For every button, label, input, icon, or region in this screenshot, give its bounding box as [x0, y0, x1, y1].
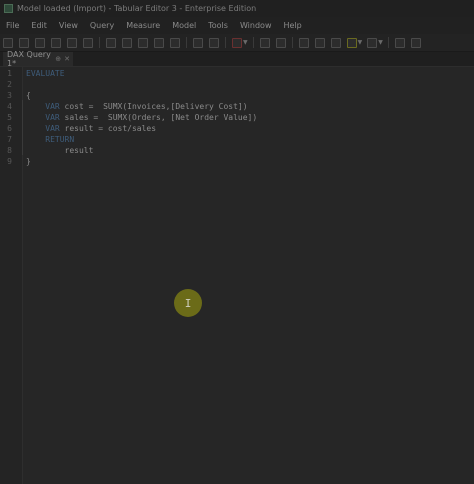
menu-edit[interactable]: Edit — [25, 21, 53, 30]
toolbar: ▼ ▼ ▼ — [0, 34, 474, 52]
code-line: 9 } — [0, 156, 474, 167]
cut-icon[interactable] — [106, 37, 116, 48]
tab-label: DAX Query 1* — [7, 50, 51, 68]
chevron-down-icon[interactable]: ▼ — [358, 39, 363, 46]
code-text: } — [26, 157, 31, 166]
redo-icon[interactable] — [209, 37, 219, 48]
window-title: Model loaded (Import) - Tabular Editor 3… — [17, 4, 257, 13]
layout-icon[interactable] — [367, 37, 378, 48]
code-text: VAR result = cost/sales — [45, 124, 157, 133]
code-text: VAR sales = SUMX(Orders, [Net Order Valu… — [45, 113, 258, 122]
code-text: VAR cost = SUMX(Invoices,[Delivery Cost]… — [45, 102, 248, 111]
settings-icon[interactable] — [410, 37, 421, 48]
toolbar-separator — [186, 37, 187, 48]
sort-icon[interactable] — [275, 37, 286, 48]
line-number: 7 — [7, 135, 12, 144]
document-tab-strip: DAX Query 1* ⊕ ✕ — [0, 50, 474, 68]
code-line: 1 EVALUATE — [0, 68, 474, 79]
code-line: 8 result — [0, 145, 474, 156]
hierarchy-icon[interactable] — [170, 37, 180, 48]
open-icon[interactable] — [35, 37, 45, 48]
toolbar-separator — [99, 37, 100, 48]
measure-icon[interactable] — [330, 37, 341, 48]
line-number: 9 — [7, 157, 12, 166]
code-line: 2 — [0, 79, 474, 90]
code-line: 7 RETURN — [0, 134, 474, 145]
title-bar: Model loaded (Import) - Tabular Editor 3… — [0, 0, 474, 17]
line-number: 4 — [7, 102, 12, 111]
menu-file[interactable]: File — [0, 21, 25, 30]
lightbulb-icon[interactable] — [346, 37, 357, 48]
dax-editor[interactable]: 1 EVALUATE 2 3 { 4 VAR cost = SUMX(Invoi… — [0, 67, 474, 484]
toolbar-separator — [252, 37, 254, 48]
connect-icon[interactable] — [19, 37, 29, 48]
diagram-icon[interactable] — [154, 37, 164, 48]
code-line: 6 VAR result = cost/sales — [0, 123, 474, 134]
pin-icon[interactable]: ⊕ — [55, 55, 61, 63]
function-icon[interactable] — [394, 37, 405, 48]
code-text: RETURN — [45, 135, 75, 144]
menu-help[interactable]: Help — [277, 21, 307, 30]
table-icon[interactable] — [298, 37, 309, 48]
menu-bar: File Edit View Query Measure Model Tools… — [0, 17, 474, 34]
toolbar-separator — [387, 37, 389, 48]
code-line: 5 VAR sales = SUMX(Orders, [Net Order Va… — [0, 112, 474, 123]
menu-measure[interactable]: Measure — [120, 21, 166, 30]
menu-window[interactable]: Window — [234, 21, 278, 30]
filter-icon[interactable] — [259, 37, 270, 48]
new-model-icon[interactable] — [3, 37, 13, 48]
column-icon[interactable] — [314, 37, 325, 48]
toolbar-separator — [291, 37, 293, 48]
app-icon — [4, 4, 13, 13]
chevron-down-icon[interactable]: ▼ — [378, 39, 383, 46]
save-all-icon[interactable] — [67, 37, 77, 48]
code-line: 4 VAR cost = SUMX(Invoices,[Delivery Cos… — [0, 101, 474, 112]
toolbar-separator — [225, 37, 226, 48]
mouse-cursor-highlight: I — [174, 289, 202, 317]
chevron-down-icon[interactable]: ▼ — [243, 39, 248, 46]
line-number: 5 — [7, 113, 12, 122]
code-line: 3 { — [0, 90, 474, 101]
line-number: 3 — [7, 91, 12, 100]
close-icon[interactable]: ✕ — [64, 55, 70, 63]
menu-view[interactable]: View — [53, 21, 84, 30]
code-text: { — [26, 91, 31, 100]
undo-icon[interactable] — [193, 37, 203, 48]
save-icon[interactable] — [51, 37, 61, 48]
refresh-icon[interactable] — [83, 37, 93, 48]
menu-tools[interactable]: Tools — [202, 21, 234, 30]
line-number: 2 — [7, 80, 12, 89]
paste-icon[interactable] — [138, 37, 148, 48]
format-icon[interactable] — [232, 37, 242, 48]
code-text: result — [64, 146, 94, 155]
line-number: 1 — [7, 69, 12, 78]
menu-model[interactable]: Model — [166, 21, 202, 30]
text-cursor-icon: I — [184, 296, 192, 310]
menu-query[interactable]: Query — [84, 21, 120, 30]
copy-icon[interactable] — [122, 37, 132, 48]
line-number: 8 — [7, 146, 12, 155]
tab-dax-query-1[interactable]: DAX Query 1* ⊕ ✕ — [3, 50, 73, 68]
code-text: EVALUATE — [26, 69, 65, 78]
line-number: 6 — [7, 124, 12, 133]
